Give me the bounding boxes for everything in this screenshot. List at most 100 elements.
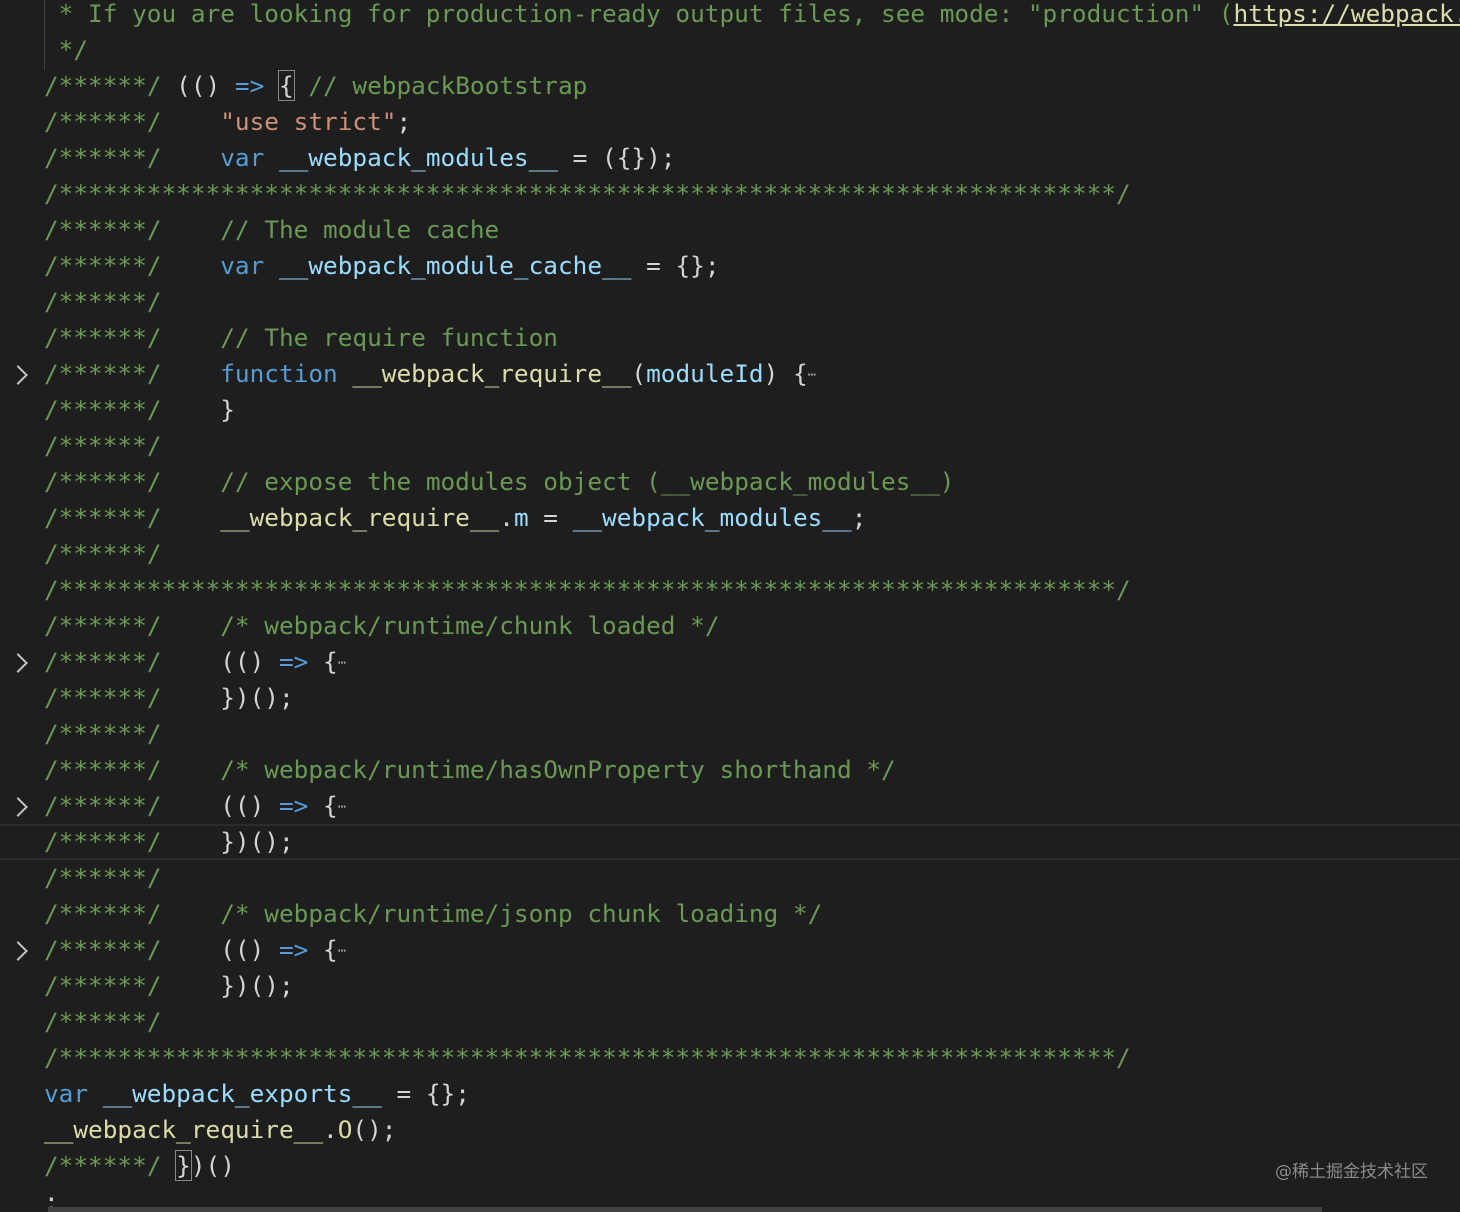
code-text: /***************************************… <box>44 176 1131 212</box>
folded-ellipsis-icon[interactable]: ⋯ <box>338 799 346 815</box>
code-line[interactable]: /******/ (() => { // webpackBootstrap <box>0 68 1460 104</box>
code-token: var <box>220 143 265 172</box>
code-line[interactable]: var __webpack_exports__ = {}; <box>0 1076 1460 1112</box>
code-token: /* webpack/runtime/hasOwnProperty shorth… <box>220 755 896 784</box>
code-line[interactable]: /******/ function __webpack_require__(mo… <box>0 356 1460 392</box>
code-text: /******/ function __webpack_require__(mo… <box>44 356 816 393</box>
code-token: { <box>308 935 338 964</box>
code-line[interactable]: /******/ <box>0 428 1460 464</box>
code-token: } <box>175 1150 192 1181</box>
code-token: ; <box>396 107 412 136</box>
code-text: /******/ /* webpack/runtime/hasOwnProper… <box>44 752 896 788</box>
code-text: */ <box>44 32 88 68</box>
code-line[interactable]: /******/ var __webpack_modules__ = ({}); <box>0 140 1460 176</box>
code-text: /******/ })() <box>44 1148 235 1184</box>
fold-chevron-icon[interactable] <box>8 797 28 817</box>
code-line[interactable]: /******/ var __webpack_module_cache__ = … <box>0 248 1460 284</box>
code-token: /******/ <box>44 611 162 640</box>
code-text: * If you are looking for production-read… <box>44 0 1460 32</box>
code-token: /******/ <box>44 971 162 1000</box>
code-text: /******/ <box>44 536 161 572</box>
code-line[interactable]: /******/ (() => {⋯ <box>0 932 1460 968</box>
code-line[interactable]: /******/ <box>0 284 1460 320</box>
code-line[interactable]: /******/ __webpack_require__.m = __webpa… <box>0 500 1460 536</box>
code-token: ( <box>631 359 647 388</box>
code-line[interactable]: /******/ })() <box>0 1148 1460 1184</box>
code-token: __webpack_require__ <box>352 359 632 388</box>
code-token: * If you are looking for production-read… <box>44 0 1234 28</box>
code-text: /******/ <box>44 428 161 464</box>
code-line[interactable]: */ <box>0 32 1460 68</box>
code-text: /******/ // The require function <box>44 320 558 356</box>
code-token: /***************************************… <box>44 575 1131 604</box>
code-line[interactable]: /******/ <box>0 536 1460 572</box>
code-line[interactable]: * If you are looking for production-read… <box>0 0 1460 32</box>
code-editor[interactable]: * If you are looking for production-read… <box>0 0 1460 1212</box>
code-line[interactable]: /******/ <box>0 716 1460 752</box>
code-token: (() <box>161 71 235 100</box>
fold-chevron-icon[interactable] <box>8 941 28 961</box>
code-token: /******/ <box>44 287 162 316</box>
code-token: /******/ <box>44 143 162 172</box>
code-token: __webpack_exports__ <box>102 1079 382 1108</box>
code-line[interactable]: /******/ (() => {⋯ <box>0 644 1460 680</box>
code-token: /******/ <box>44 323 162 352</box>
code-token: })(); <box>161 971 294 1000</box>
code-token: /******/ <box>44 755 162 784</box>
code-line[interactable]: /******/ })(); <box>0 968 1460 1004</box>
code-token: /******/ <box>44 647 162 676</box>
fold-chevron-icon[interactable] <box>8 365 28 385</box>
code-line[interactable]: __webpack_require__.O(); <box>0 1112 1460 1148</box>
code-token: /***************************************… <box>44 1043 1131 1072</box>
folded-ellipsis-icon[interactable]: ⋯ <box>338 943 346 959</box>
code-line[interactable]: /******/ (() => {⋯ <box>0 788 1460 824</box>
code-line[interactable]: /******/ })(); <box>0 680 1460 716</box>
code-line[interactable]: /***************************************… <box>0 176 1460 212</box>
code-token: => <box>278 791 309 820</box>
folded-ellipsis-icon[interactable]: ⋯ <box>808 367 816 383</box>
code-line-current[interactable]: /******/ })(); <box>0 824 1460 860</box>
code-text: /******/ })(); <box>44 968 294 1004</box>
fold-chevron-icon[interactable] <box>8 653 28 673</box>
code-text: /******/ (() => {⋯ <box>44 932 346 969</box>
code-token: /******/ <box>44 863 162 892</box>
code-line[interactable]: /******/ /* webpack/runtime/hasOwnProper… <box>0 752 1460 788</box>
code-line[interactable]: /***************************************… <box>0 572 1460 608</box>
code-line[interactable]: /******/ "use strict"; <box>0 104 1460 140</box>
code-token: . <box>323 1115 338 1144</box>
code-line[interactable]: /******/ // The module cache <box>0 212 1460 248</box>
code-line[interactable]: /******/ <box>0 860 1460 896</box>
code-token: O <box>337 1115 353 1144</box>
code-token: /******/ <box>44 791 162 820</box>
code-token: => <box>278 935 309 964</box>
code-text: /******/ (() => { // webpackBootstrap <box>44 68 587 104</box>
code-line[interactable]: /******/ /* webpack/runtime/jsonp chunk … <box>0 896 1460 932</box>
code-token[interactable]: https://webpack.js.org/configuration/mod… <box>1233 0 1460 28</box>
horizontal-scrollbar[interactable] <box>48 1207 1322 1212</box>
code-text: /******/ // The module cache <box>44 212 499 248</box>
code-line[interactable]: /******/ // expose the modules object (_… <box>0 464 1460 500</box>
code-line[interactable]: /******/ } <box>0 392 1460 428</box>
code-token: */ <box>44 35 89 64</box>
code-token: var <box>220 251 265 280</box>
code-text: /***************************************… <box>44 1040 1131 1076</box>
code-text: /******/ "use strict"; <box>44 104 411 140</box>
code-token: ) { <box>763 359 808 388</box>
code-line[interactable]: /******/ /* webpack/runtime/chunk loaded… <box>0 608 1460 644</box>
code-token: /******/ <box>44 431 162 460</box>
code-line[interactable]: /******/ <box>0 1004 1460 1040</box>
code-line[interactable]: /***************************************… <box>0 1040 1460 1076</box>
code-text: var __webpack_exports__ = {}; <box>44 1076 470 1112</box>
code-text: __webpack_require__.O(); <box>44 1112 396 1148</box>
code-token: ; <box>851 503 867 532</box>
code-line[interactable]: /******/ // The require function <box>0 320 1460 356</box>
code-text: /******/ /* webpack/runtime/jsonp chunk … <box>44 896 822 932</box>
code-text: /***************************************… <box>44 572 1131 608</box>
code-token: /* webpack/runtime/chunk loaded */ <box>220 611 720 640</box>
folded-ellipsis-icon[interactable]: ⋯ <box>338 655 346 671</box>
